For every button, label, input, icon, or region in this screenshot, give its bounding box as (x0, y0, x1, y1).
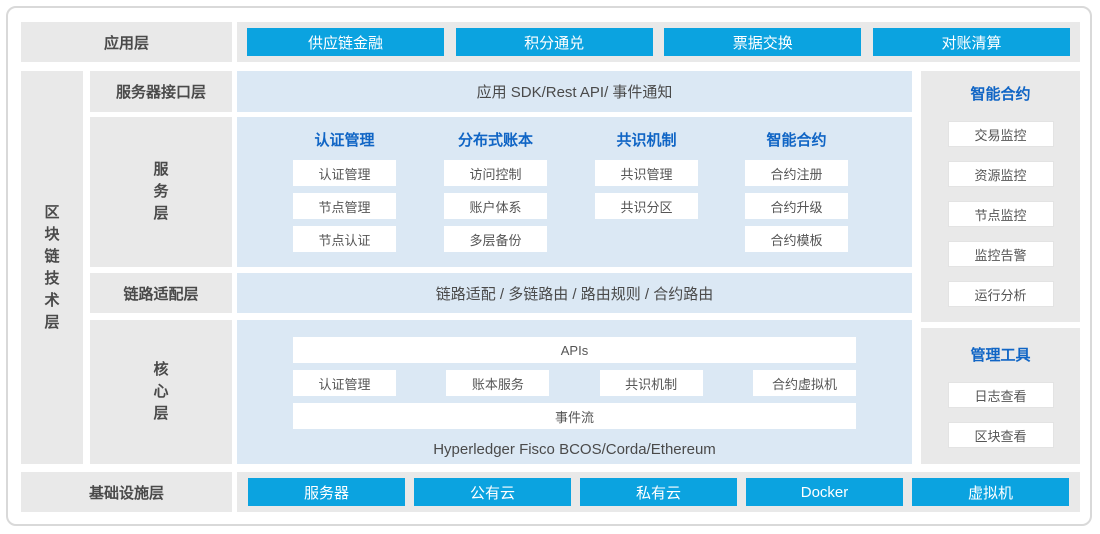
interface-layer-label: 服务器接口层 (90, 71, 232, 112)
monitor-item-alert: 监控告警 (948, 241, 1054, 267)
management-tools-panel: 管理工具 日志查看 区块查看 (921, 328, 1080, 464)
monitor-panel-title: 智能合约 (970, 83, 1030, 107)
service-group-consensus: 共识机制 共识管理 共识分区 (595, 132, 698, 219)
monitor-item-resource: 资源监控 (948, 161, 1054, 187)
core-module-ledger-service: 账本服务 (446, 370, 549, 396)
tools-item-block-view: 区块查看 (948, 422, 1054, 448)
service-item: 共识分区 (595, 193, 698, 219)
link-layer-band: 链路适配 / 多链路由 / 路由规则 / 合约路由 (237, 273, 912, 313)
service-group-title: 分布式账本 (444, 132, 547, 150)
infra-button-vm: 虚拟机 (912, 478, 1069, 506)
monitor-item-analysis: 运行分析 (948, 281, 1054, 307)
core-layer-panel: APIs 认证管理 账本服务 共识机制 合约虚拟机 事件流 Hyperledge… (237, 320, 912, 464)
tech-layer-label: 区块链技术层 (44, 202, 59, 334)
app-layer-band: 供应链金融 积分通兑 票据交换 对账清算 (237, 22, 1080, 62)
tools-item-log-view: 日志查看 (948, 382, 1054, 408)
service-item: 合约升级 (745, 193, 848, 219)
service-group-auth: 认证管理 认证管理 节点管理 节点认证 (293, 132, 396, 252)
monitor-item-node: 节点监控 (948, 201, 1054, 227)
infra-layer-band: 服务器 公有云 私有云 Docker 虚拟机 (237, 472, 1080, 512)
service-item: 认证管理 (293, 160, 396, 186)
infra-button-server: 服务器 (248, 478, 405, 506)
tech-layer-column: 区块链技术层 (21, 71, 83, 464)
service-group-title: 认证管理 (293, 132, 396, 150)
link-layer-label: 链路适配层 (90, 273, 232, 313)
core-apis-bar: APIs (293, 337, 856, 363)
service-item: 节点管理 (293, 193, 396, 219)
app-button-bill-exchange: 票据交换 (664, 28, 861, 56)
infra-button-private-cloud: 私有云 (580, 478, 737, 506)
core-modules-row: 认证管理 账本服务 共识机制 合约虚拟机 (293, 370, 856, 396)
app-button-points-exchange: 积分通兑 (456, 28, 653, 56)
app-button-reconciliation-clearing: 对账清算 (873, 28, 1070, 56)
infra-button-public-cloud: 公有云 (414, 478, 571, 506)
core-module-auth: 认证管理 (293, 370, 396, 396)
service-group-ledger: 分布式账本 访问控制 账户体系 多层备份 (444, 132, 547, 252)
service-item: 共识管理 (595, 160, 698, 186)
service-group-title: 智能合约 (745, 132, 848, 150)
service-item: 合约注册 (745, 160, 848, 186)
app-layer-label: 应用层 (21, 22, 232, 62)
smart-contract-monitor-panel: 智能合约 交易监控 资源监控 节点监控 监控告警 运行分析 (921, 71, 1080, 322)
app-button-supply-chain-finance: 供应链金融 (247, 28, 444, 56)
service-item: 合约模板 (745, 226, 848, 252)
service-group-smart-contract: 智能合约 合约注册 合约升级 合约模板 (745, 132, 848, 252)
core-module-consensus: 共识机制 (600, 370, 703, 396)
service-group-title: 共识机制 (595, 132, 698, 150)
core-module-contract-vm: 合约虚拟机 (753, 370, 856, 396)
interface-layer-band: 应用 SDK/Rest API/ 事件通知 (237, 71, 912, 112)
service-layer-panel: 认证管理 认证管理 节点管理 节点认证 分布式账本 访问控制 账户体系 多层备份… (237, 117, 912, 267)
service-layer-label: 服务层 (153, 159, 168, 225)
core-event-stream-bar: 事件流 (293, 403, 856, 429)
infra-button-docker: Docker (746, 478, 903, 506)
service-item: 账户体系 (444, 193, 547, 219)
core-layer-label-box: 核心层 (90, 320, 232, 464)
core-platforms-text: Hyperledger Fisco BCOS/Corda/Ethereum (293, 441, 856, 458)
service-item: 多层备份 (444, 226, 547, 252)
service-item: 访问控制 (444, 160, 547, 186)
infra-layer-label: 基础设施层 (21, 472, 232, 512)
monitor-item-transaction: 交易监控 (948, 121, 1054, 147)
architecture-diagram: 应用层 供应链金融 积分通兑 票据交换 对账清算 区块链技术层 服务器接口层 服… (0, 0, 1100, 534)
service-item: 节点认证 (293, 226, 396, 252)
tools-panel-title: 管理工具 (970, 344, 1030, 368)
service-layer-label-box: 服务层 (90, 117, 232, 267)
core-layer-label: 核心层 (153, 359, 168, 425)
